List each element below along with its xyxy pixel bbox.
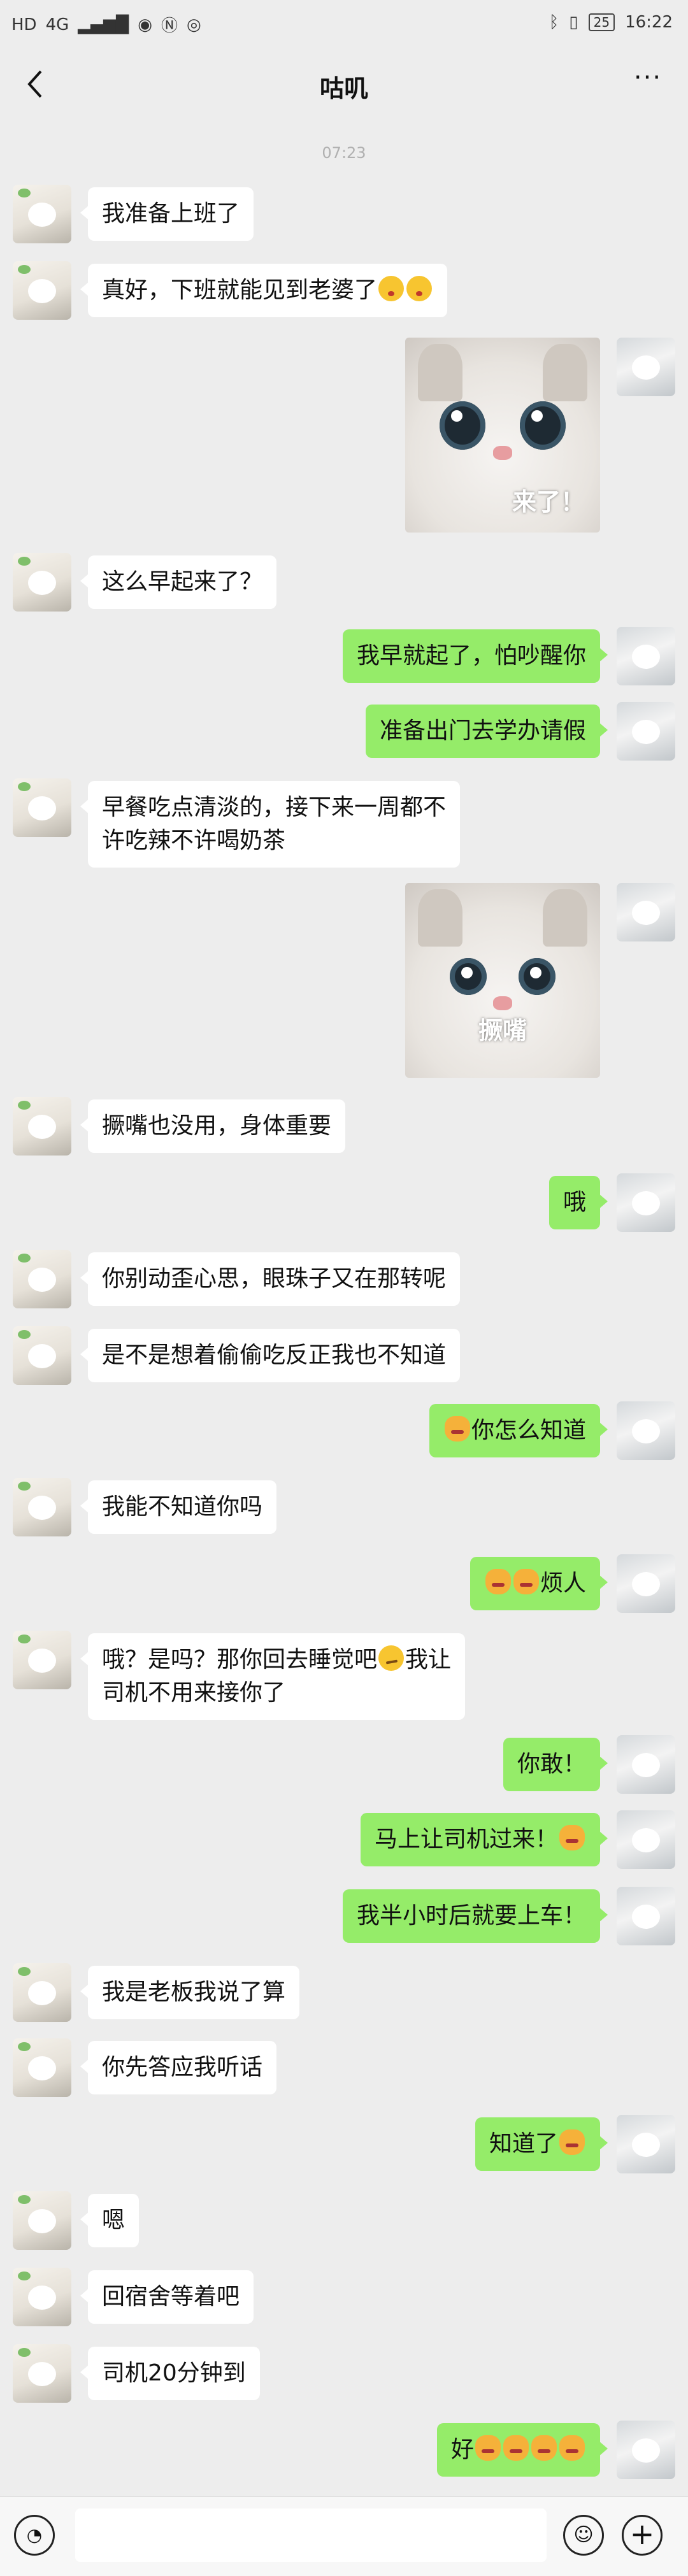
- message-bubble[interactable]: 嗯: [80, 2194, 140, 2247]
- kiss-emoji-icon: [406, 276, 433, 301]
- angry-cat-emoji-icon: [559, 1825, 585, 1850]
- message-bubble[interactable]: 早餐吃点清淡的，接下来一周都不 许吃辣不许喝奶茶: [80, 781, 461, 868]
- message-text: 真好，下班就能见到老婆了: [102, 277, 378, 303]
- message-bubble[interactable]: 哦: [548, 1176, 608, 1229]
- plus-icon[interactable]: +: [622, 2515, 663, 2556]
- message-bubble[interactable]: 我能不知道你吗: [80, 1480, 277, 1534]
- message-bubble[interactable]: 司机20分钟到: [80, 2347, 260, 2400]
- message-timestamp: 07:23: [322, 144, 366, 162]
- message-text: 你怎么知道: [471, 1417, 586, 1443]
- user-avatar[interactable]: [617, 2115, 675, 2173]
- contact-avatar[interactable]: [13, 2038, 71, 2097]
- contact-avatar[interactable]: [13, 553, 71, 612]
- network-type: 4G: [45, 15, 69, 34]
- user-avatar[interactable]: [617, 883, 675, 941]
- user-avatar[interactable]: [617, 1887, 675, 1945]
- contact-avatar[interactable]: [13, 778, 71, 837]
- contact-avatar[interactable]: [13, 1478, 71, 1536]
- signal-icon: ▂▄▆█: [78, 15, 129, 34]
- user-avatar[interactable]: [617, 627, 675, 685]
- contact-avatar[interactable]: [13, 1631, 71, 1689]
- message-bubble[interactable]: 好: [436, 2423, 608, 2477]
- angry-cat-emoji-icon: [559, 2129, 585, 2155]
- message-text: 知道了: [489, 2131, 558, 2157]
- user-avatar[interactable]: [617, 702, 675, 761]
- message-bubble[interactable]: 真好，下班就能见到老婆了: [80, 264, 448, 317]
- contact-avatar[interactable]: [13, 261, 71, 320]
- vibrate-icon: ▯: [569, 13, 578, 32]
- image-message[interactable]: 撅嘴: [405, 883, 600, 1078]
- nav-bar: 咕叽 ···: [0, 46, 688, 122]
- message-bubble[interactable]: 我准备上班了: [80, 187, 254, 241]
- angry-cat-emoji-icon: [531, 2435, 557, 2461]
- message-line: 早餐吃点清淡的，接下来一周都不: [102, 794, 447, 820]
- message-line: 哦？是吗？那你回去睡觉吧 我让: [102, 1645, 452, 1673]
- wechat-icon: ◎: [186, 15, 201, 34]
- message-bubble[interactable]: 哦？是吗？那你回去睡觉吧 我让 司机不用来接你了: [80, 1633, 466, 1720]
- status-right: ᛒ ▯ 25 16:22: [549, 13, 673, 32]
- contact-avatar[interactable]: [13, 1963, 71, 2022]
- message-bubble[interactable]: 马上让司机过来！: [360, 1813, 608, 1866]
- message-bubble[interactable]: 我是老板我说了算: [80, 1966, 300, 2019]
- contact-avatar[interactable]: [13, 2268, 71, 2326]
- eye-icon: ◉: [138, 15, 152, 34]
- message-bubble[interactable]: 你怎么知道: [429, 1404, 608, 1457]
- message-text: 好: [450, 2436, 474, 2463]
- input-bar: ◔ ☺ +: [0, 2496, 688, 2576]
- angry-cat-emoji-icon: [513, 1569, 539, 1594]
- user-avatar[interactable]: [617, 1810, 675, 1869]
- angry-cat-emoji-icon: [503, 2435, 529, 2461]
- message-bubble[interactable]: 撅嘴也没用，身体重要: [80, 1099, 346, 1153]
- nfc-icon: Ⓝ: [161, 17, 178, 36]
- message-input[interactable]: [75, 2508, 547, 2562]
- message-bubble[interactable]: 我半小时后就要上车！: [342, 1889, 608, 1943]
- user-avatar[interactable]: [617, 2421, 675, 2479]
- message-line: 许吃辣不许喝奶茶: [102, 827, 286, 854]
- message-bubble[interactable]: 我早就起了，怕吵醒你: [342, 629, 608, 683]
- message-bubble[interactable]: 知道了: [475, 2117, 608, 2171]
- message-bubble[interactable]: 你别动歪心思，眼珠子又在那转呢: [80, 1252, 461, 1306]
- more-options-button[interactable]: ···: [626, 65, 670, 103]
- message-bubble[interactable]: 回宿舍等着吧: [80, 2270, 254, 2324]
- contact-avatar[interactable]: [13, 1326, 71, 1385]
- clock: 16:22: [625, 13, 673, 32]
- angry-cat-emoji-icon: [475, 2435, 501, 2461]
- message-bubble[interactable]: 是不是想着偷偷吃反正我也不知道: [80, 1329, 461, 1382]
- contact-avatar[interactable]: [13, 1097, 71, 1156]
- message-text: 马上让司机过来！: [374, 1826, 558, 1852]
- hd-indicator: HD: [11, 15, 37, 34]
- user-avatar[interactable]: [617, 338, 675, 396]
- user-avatar[interactable]: [617, 1554, 675, 1613]
- angry-cat-emoji-icon: [444, 1416, 470, 1442]
- message-bubble[interactable]: 这么早起来了？: [80, 555, 277, 609]
- message-line: 司机不用来接你了: [102, 1680, 286, 1706]
- message-bubble[interactable]: 准备出门去学办请假: [365, 705, 608, 758]
- message-bubble[interactable]: 你敢！: [503, 1738, 608, 1791]
- emoji-icon[interactable]: ☺: [563, 2515, 604, 2556]
- bluetooth-icon: ᛒ: [548, 13, 559, 32]
- voice-icon[interactable]: ◔: [14, 2515, 55, 2556]
- angry-cat-emoji-icon: [559, 2435, 585, 2461]
- message-text: 烦人: [540, 1570, 586, 1596]
- contact-avatar[interactable]: [13, 1250, 71, 1308]
- image-caption: 撅嘴: [478, 1017, 527, 1045]
- contact-avatar[interactable]: [13, 185, 71, 243]
- smirk-emoji-icon: [378, 1645, 405, 1671]
- contact-avatar[interactable]: [13, 2191, 71, 2250]
- message-bubble[interactable]: 你先答应我听话: [80, 2041, 277, 2094]
- kiss-emoji-icon: [378, 276, 405, 301]
- user-avatar[interactable]: [617, 1735, 675, 1794]
- image-caption: 来了！: [512, 488, 585, 516]
- user-avatar[interactable]: [617, 1173, 675, 1232]
- image-message[interactable]: 来了！: [405, 338, 600, 533]
- message-bubble[interactable]: 烦人: [469, 1557, 608, 1610]
- contact-avatar[interactable]: [13, 2344, 71, 2403]
- battery-icon: 25: [588, 13, 615, 31]
- status-bar: HD 4G ▂▄▆█ ◉ Ⓝ ◎ ᛒ ▯ 25 16:22: [0, 0, 688, 46]
- chat-title: 咕叽: [319, 75, 368, 103]
- user-avatar[interactable]: [617, 1401, 675, 1460]
- angry-cat-emoji-icon: [485, 1569, 511, 1594]
- status-left-icons: HD 4G ▂▄▆█ ◉ Ⓝ ◎: [11, 13, 201, 36]
